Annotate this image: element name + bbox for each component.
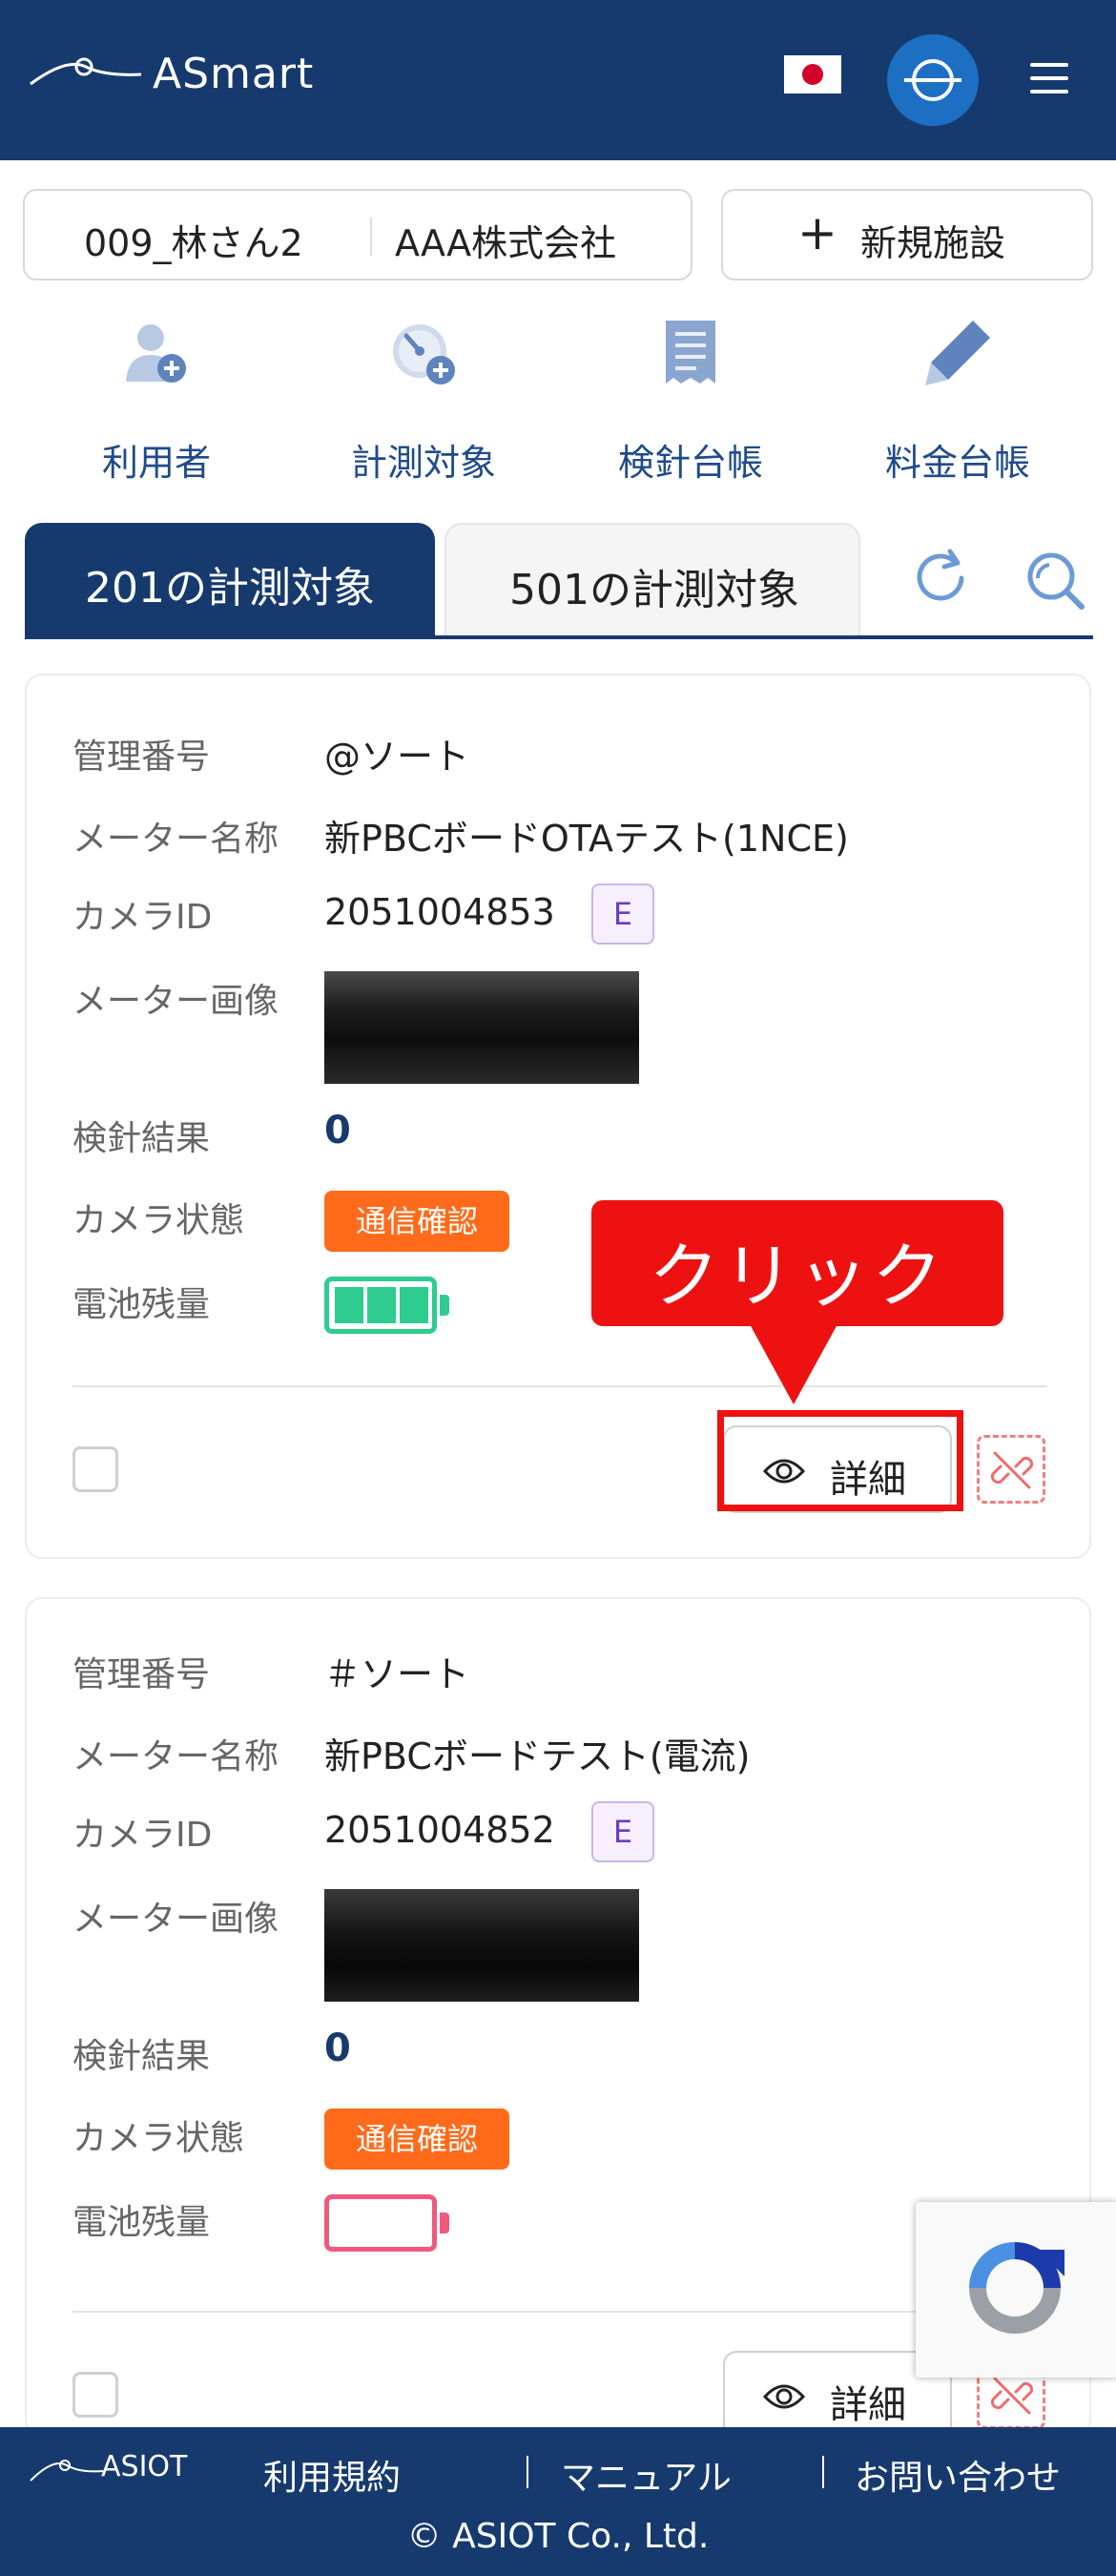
tab-501-label: 501の計測対象 xyxy=(509,566,799,614)
eye-icon xyxy=(763,2384,805,2409)
receipt-icon xyxy=(666,321,715,384)
facility-company: AAA株式会社 xyxy=(395,222,617,264)
plus-icon: + xyxy=(797,205,837,260)
battery-label: 電池残量 xyxy=(72,1285,211,1324)
asmart-logo[interactable]: ASmart xyxy=(29,48,315,105)
mgmt-no-value: @ソート xyxy=(324,736,470,778)
asiot-logo-icon xyxy=(30,2460,104,2482)
footer-separator xyxy=(822,2456,824,2488)
logo-orbit-icon xyxy=(30,57,142,86)
meter-name-label: メーター名称 xyxy=(72,820,279,859)
nav-reading-ledger-label: 検針台帳 xyxy=(617,442,763,484)
callout-text: クリック xyxy=(649,1236,946,1318)
unlink-icon xyxy=(991,2377,1033,2415)
camera-id-label: カメラID xyxy=(72,1816,213,1855)
add-user-icon xyxy=(126,324,186,383)
app-footer: ASIOT 利用規約 マニュアル お問い合わせ © ASIOT Co., Ltd… xyxy=(0,2427,1116,2576)
nav-fee-ledger[interactable]: 料金台帳 xyxy=(834,315,1082,487)
unlink-button[interactable] xyxy=(977,1435,1045,1504)
tab-underline xyxy=(25,635,1093,639)
battery-full-icon xyxy=(324,1277,449,1334)
meter-image[interactable] xyxy=(324,971,639,1084)
battery-empty-icon xyxy=(324,2194,449,2252)
tab-201-label: 201の計測対象 xyxy=(85,564,375,613)
facility-code: 009_林さん2 xyxy=(84,222,303,264)
unlink-icon xyxy=(991,1451,1033,1489)
nav-users-label: 利用者 xyxy=(101,442,211,484)
footer-brand: ASIOT xyxy=(101,2450,188,2483)
recaptcha-badge[interactable] xyxy=(916,2202,1116,2378)
facility-divider xyxy=(370,218,372,256)
mgmt-no-label: 管理番号 xyxy=(72,1655,211,1694)
select-checkbox[interactable] xyxy=(72,1446,118,1492)
nav-fee-ledger-label: 料金台帳 xyxy=(884,442,1030,484)
camera-type-badge: E xyxy=(591,1801,654,1862)
camera-id-label: カメラID xyxy=(72,898,213,937)
result-value: 0 xyxy=(324,1109,351,1153)
nav-targets[interactable]: 計測対象 xyxy=(300,315,548,487)
camera-id-value: 2051004853 xyxy=(324,891,555,933)
battery-label: 電池残量 xyxy=(72,2203,211,2242)
search-icon[interactable] xyxy=(1024,550,1085,611)
meter-name-value: 新PBCボードテスト(電流) xyxy=(324,1735,751,1777)
result-value: 0 xyxy=(324,2026,351,2070)
nav-targets-label: 計測対象 xyxy=(350,442,496,484)
manual-link[interactable]: マニュアル xyxy=(561,2450,732,2500)
tab-501-targets[interactable]: 501の計測対象 xyxy=(444,523,860,637)
app-header: ASmart xyxy=(0,0,1116,160)
contact-link[interactable]: お問い合わせ xyxy=(855,2450,1061,2500)
card-divider xyxy=(72,2311,1047,2313)
result-label: 検針結果 xyxy=(72,1119,211,1158)
japan-flag-icon[interactable] xyxy=(784,55,841,93)
terms-link[interactable]: 利用規約 xyxy=(263,2450,401,2500)
tab-201-targets[interactable]: 201の計測対象 xyxy=(25,523,435,637)
camera-status-label: カメラ状態 xyxy=(72,2119,245,2158)
mgmt-no-value: ＃ソート xyxy=(324,1653,470,1695)
nav-reading-ledger[interactable]: 検針台帳 xyxy=(567,315,815,487)
meter-name-label: メーター名称 xyxy=(72,1737,279,1776)
menu-icon[interactable] xyxy=(1030,63,1068,95)
new-facility-button[interactable]: + 新規施設 xyxy=(721,189,1093,280)
app-name: ASmart xyxy=(153,50,315,98)
facility-selector[interactable]: 009_林さん2 AAA株式会社 xyxy=(23,189,692,280)
footer-separator xyxy=(527,2456,528,2488)
copyright: © ASIOT Co., Ltd. xyxy=(406,2517,710,2556)
detail-highlight-box xyxy=(717,1410,963,1511)
pencil-icon xyxy=(925,321,990,385)
camera-status-badge: 通信確認 xyxy=(324,2109,509,2170)
callout-arrow xyxy=(750,1324,837,1404)
refresh-icon[interactable] xyxy=(912,548,973,609)
card-divider xyxy=(72,1385,1047,1387)
meter-image[interactable] xyxy=(324,1889,639,2002)
recaptcha-icon xyxy=(969,2242,1064,2334)
detail-label: 詳細 xyxy=(830,2383,906,2427)
select-checkbox[interactable] xyxy=(72,2372,118,2418)
result-label: 検針結果 xyxy=(72,2037,211,2076)
camera-type-badge: E xyxy=(591,883,654,945)
meter-image-label: メーター画像 xyxy=(72,982,279,1021)
new-facility-label: 新規施設 xyxy=(860,222,1006,264)
camera-id-value: 2051004852 xyxy=(324,1809,555,1851)
mgmt-no-label: 管理番号 xyxy=(72,737,211,777)
camera-status-label: カメラ状態 xyxy=(72,1201,245,1240)
camera-status-badge: 通信確認 xyxy=(324,1191,509,1252)
nav-users[interactable]: 利用者 xyxy=(32,315,280,487)
add-gauge-icon xyxy=(393,324,455,384)
click-callout: クリック xyxy=(591,1200,1003,1326)
meter-name-value: 新PBCボードOTAテスト(1NCE) xyxy=(324,818,849,860)
globe-icon[interactable] xyxy=(887,34,979,126)
meter-image-label: メーター画像 xyxy=(72,1900,279,1939)
